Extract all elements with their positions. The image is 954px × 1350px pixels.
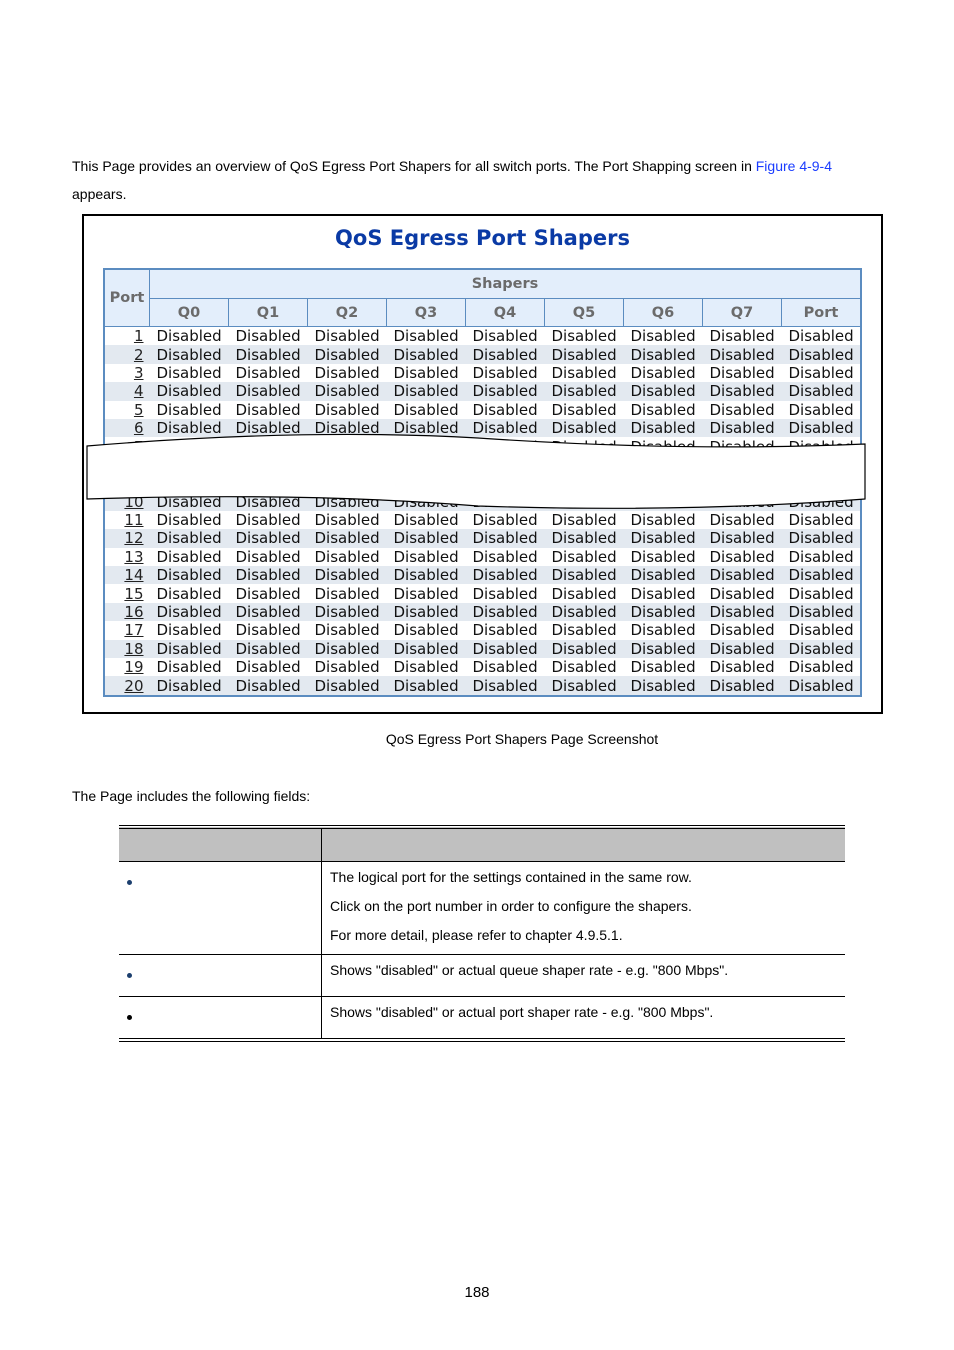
description-header [321,826,845,862]
object-header [119,826,322,862]
figure-link[interactable]: Figure 4-9-4 [756,158,832,174]
intro-text-2: appears. [72,186,127,202]
document-page: This Page provides an overview of QoS Eg… [0,0,954,1350]
figure-caption: QoS Egress Port Shapers Page Screenshot [385,731,659,747]
description-line: The logical port for the settings contai… [330,869,692,885]
field-row: Shows "disabled" or actual queue shaper … [119,954,845,997]
description-line: Shows "disabled" or actual port shaper r… [330,1004,714,1020]
description-line: For more detail, please refer to chapter… [330,927,623,943]
bullet-icon [127,973,132,978]
fields-intro: The Page includes the following fields: [72,788,311,804]
field-description: Shows "disabled" or actual port shaper r… [321,996,845,1040]
intro-paragraph: This Page provides an overview of QoS Eg… [72,152,872,208]
page-number: 188 [464,1284,490,1301]
field-row: The logical port for the settings contai… [119,861,845,955]
field-name-cell [119,861,322,955]
table-break-mark [86,433,866,509]
field-description: Shows "disabled" or actual queue shaper … [321,954,845,997]
field-name-cell [119,996,322,1040]
bullet-icon [127,880,132,885]
field-name-cell [119,954,322,997]
description-line: Shows "disabled" or actual queue shaper … [330,962,729,978]
screenshot-frame: QoS Egress Port Shapers Port Shapers Q0 Q… [82,214,883,714]
description-line: Click on the port number in order to con… [330,898,692,914]
field-description: The logical port for the settings contai… [321,861,845,955]
field-row: Shows "disabled" or actual port shaper r… [119,996,845,1040]
fields-table: The logical port for the settings contai… [119,825,845,1042]
bullet-icon [127,1015,132,1020]
intro-text: This Page provides an overview of QoS Eg… [72,158,756,174]
